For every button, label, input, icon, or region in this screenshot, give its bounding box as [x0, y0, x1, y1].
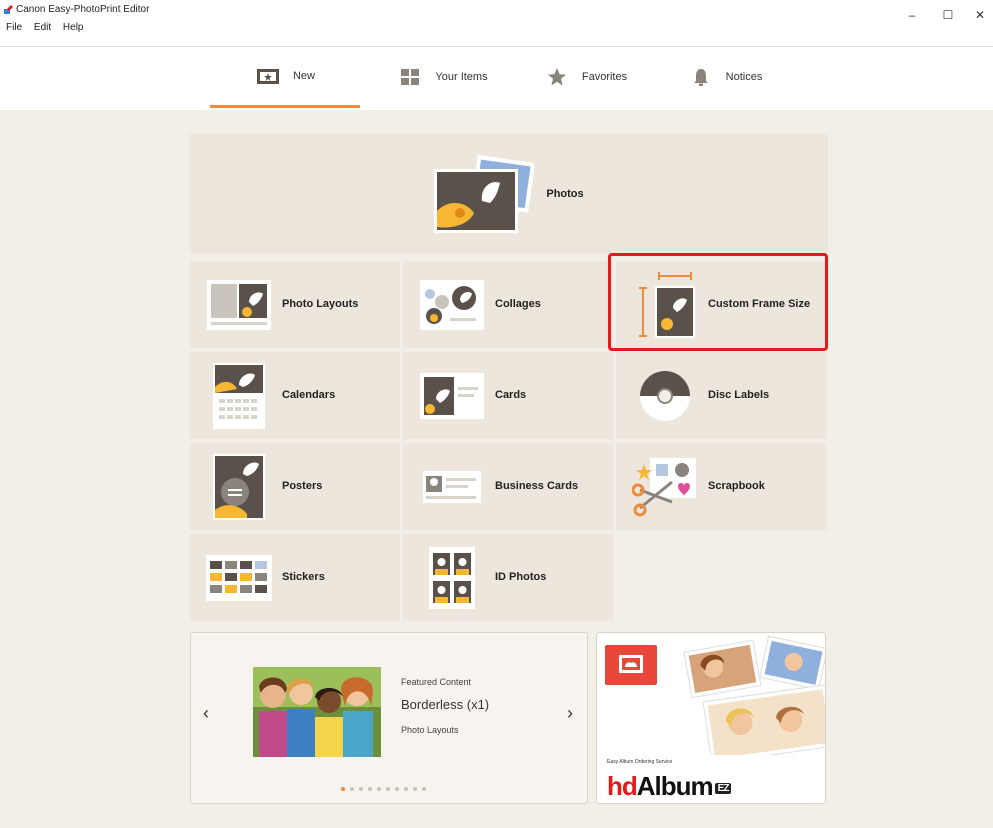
tile-label: ID Photos [495, 571, 547, 583]
featured-category: Photo Layouts [401, 725, 459, 735]
carousel-dot[interactable] [395, 787, 399, 791]
carousel-dot[interactable] [404, 787, 408, 791]
carousel-pagination [341, 787, 426, 791]
carousel-dot[interactable] [413, 787, 417, 791]
featured-title: Borderless (x1) [401, 697, 490, 712]
window-title: Canon Easy-PhotoPrint Editor [16, 4, 150, 15]
tile-posters[interactable]: Posters [190, 443, 400, 530]
album-logo-icon [605, 645, 657, 685]
tile-collages[interactable]: Collages [403, 261, 613, 348]
featured-heading: Featured Content [401, 677, 472, 687]
nav-bar: New Your Items Favorites Notices [0, 47, 993, 110]
stickers-icon [206, 545, 272, 611]
tab-label: Favorites [581, 71, 628, 83]
menu-bar: File Edit Help [6, 22, 93, 33]
hd-album-logo: hdAlbum EZ [607, 771, 732, 802]
id-photos-icon [419, 545, 485, 611]
tab-label: Your Items [435, 71, 488, 83]
tile-custom-frame-size[interactable]: Custom Frame Size [616, 261, 826, 348]
tile-label: Disc Labels [708, 389, 770, 401]
tile-label: Posters [282, 480, 323, 492]
album-photos-image [679, 635, 825, 764]
carousel-dot[interactable] [368, 787, 372, 791]
minimize-button[interactable]: – [902, 8, 922, 22]
photo-layouts-icon [206, 272, 272, 338]
tile-photo-layouts[interactable]: Photo Layouts [190, 261, 400, 348]
tile-stickers[interactable]: Stickers [190, 534, 400, 621]
tile-business-cards[interactable]: Business Cards [403, 443, 613, 530]
maximize-button[interactable]: ☐ [938, 8, 958, 22]
tile-label: Collages [495, 298, 541, 310]
tile-calendars[interactable]: Calendars [190, 352, 400, 439]
cards-icon [419, 363, 485, 429]
tab-your-items[interactable]: Your Items [380, 47, 505, 107]
posters-icon [206, 453, 272, 520]
scrapbook-icon [632, 454, 698, 520]
carousel-next-button[interactable]: › [567, 703, 573, 724]
hd-album-logo-hd: hd [607, 771, 638, 801]
star-icon [544, 67, 570, 87]
carousel-dot[interactable] [350, 787, 354, 791]
tile-cards[interactable]: Cards [403, 352, 613, 439]
tab-favorites[interactable]: Favorites [528, 47, 643, 107]
disc-labels-icon [632, 363, 698, 429]
featured-photo[interactable] [253, 667, 381, 757]
tile-label: Photo Layouts [282, 298, 359, 310]
collages-icon [419, 272, 485, 338]
tile-label: Custom Frame Size [708, 298, 811, 310]
tile-label: Cards [495, 389, 527, 401]
hd-album-logo-album: Album [636, 771, 714, 801]
grid-icon [397, 67, 423, 87]
tile-disc-labels[interactable]: Disc Labels [616, 352, 826, 439]
tab-label: New [292, 70, 315, 82]
hd-album-banner[interactable]: Easy Album Ordering Service hdAlbum EZ [596, 632, 826, 804]
new-icon [255, 66, 281, 86]
business-cards-icon [419, 454, 485, 520]
custom-frame-size-icon [632, 271, 698, 338]
bell-icon [688, 67, 714, 87]
tile-id-photos[interactable]: ID Photos [403, 534, 613, 621]
tab-label: Notices [725, 71, 763, 83]
calendars-icon [206, 362, 272, 429]
tile-label: Stickers [282, 571, 325, 583]
tile-label: Business Cards [495, 480, 579, 492]
tab-new[interactable]: New [210, 47, 360, 108]
tile-photos[interactable]: Photos [190, 134, 828, 254]
carousel-dot[interactable] [422, 787, 426, 791]
carousel-prev-button[interactable]: ‹ [203, 703, 209, 724]
carousel-dot[interactable] [386, 787, 390, 791]
tile-label: Calendars [282, 389, 336, 401]
app-logo-icon [4, 5, 13, 14]
photos-icon [434, 153, 535, 235]
carousel-dot[interactable] [377, 787, 381, 791]
menu-edit[interactable]: Edit [34, 22, 51, 33]
hd-album-logo-ez: EZ [714, 782, 732, 794]
close-button[interactable]: ✕ [970, 8, 990, 22]
title-bar: Canon Easy-PhotoPrint Editor File Edit H… [0, 0, 993, 47]
tile-scrapbook[interactable]: Scrapbook [616, 443, 826, 530]
menu-file[interactable]: File [6, 22, 22, 33]
tile-label: Photos [546, 187, 584, 200]
tile-label: Scrapbook [708, 480, 765, 492]
tab-notices[interactable]: Notices [670, 47, 780, 107]
hd-album-service-text: Easy Album Ordering Service [607, 759, 673, 765]
menu-help[interactable]: Help [63, 22, 84, 33]
carousel-dot[interactable] [359, 787, 363, 791]
featured-carousel[interactable]: ‹ › Featured Content Borderless (x1) Pho… [190, 632, 588, 804]
carousel-dot[interactable] [341, 787, 345, 791]
